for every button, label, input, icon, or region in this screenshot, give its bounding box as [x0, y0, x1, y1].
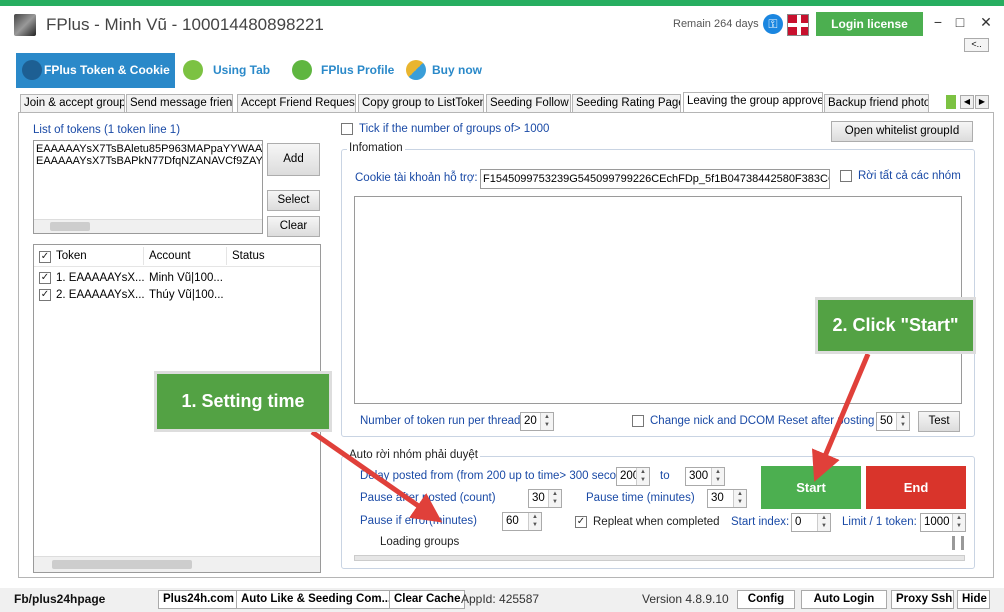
config-button[interactable]: Config — [737, 590, 795, 609]
auto-login-button[interactable]: Auto Login — [801, 590, 887, 609]
version-text: Version 4.8.9.10 — [642, 592, 729, 606]
clear-cache-button[interactable]: Clear Cache — [389, 590, 466, 609]
callout-setting-time: 1. Setting time — [154, 371, 332, 432]
appid-text: AppId: 425587 — [461, 592, 540, 606]
proxy-ssh-button[interactable]: Proxy Ssh — [891, 590, 954, 609]
callout-click-start: 2. Click "Start" — [815, 297, 976, 354]
auto-like-seeding-button[interactable]: Auto Like & Seeding Com... — [236, 590, 397, 609]
plus24h-link[interactable]: Plus24h.com — [158, 590, 239, 609]
arrow-to-settings — [310, 429, 443, 523]
arrow-to-start — [811, 353, 871, 482]
hide-button[interactable]: Hide — [957, 590, 990, 609]
fb-page-link[interactable]: Fb/plus24hpage — [14, 592, 105, 606]
status-bar: Fb/plus24hpage Plus24h.com Auto Like & S… — [0, 588, 1004, 612]
